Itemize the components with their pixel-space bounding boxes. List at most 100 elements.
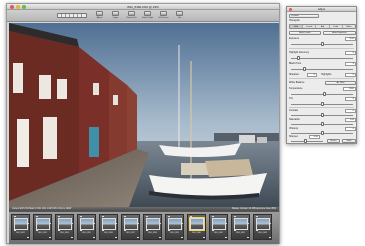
rotate-right-icon [144, 11, 151, 16]
filmstrip-frame[interactable]: IMG_5452 [11, 214, 30, 240]
exposure-slider-knob[interactable] [320, 42, 324, 46]
adjust-tabs[interactable]: Edit Levels Adj Color Meta [289, 24, 356, 29]
sprocket-hole [14, 216, 16, 217]
filmstrip-thumbnail[interactable] [146, 218, 160, 230]
sharpen-slider-knob[interactable] [304, 139, 308, 143]
filmstrip-thumbnail[interactable] [102, 218, 116, 230]
white-balance-select[interactable]: As Shot [325, 81, 356, 85]
recovery-slider[interactable] [291, 56, 353, 60]
filmstrip-thumbnail[interactable] [256, 218, 270, 230]
rotate-right-button[interactable]: Rotate Right [141, 11, 154, 21]
contrast-slider[interactable] [291, 113, 353, 117]
harbor-photo [9, 23, 279, 207]
filmstrip-thumbnail[interactable] [124, 218, 138, 230]
tab-color[interactable]: Color [330, 25, 343, 28]
filmstrip-thumbnail[interactable] [80, 218, 94, 230]
exposure-field[interactable]: 0.00 [345, 37, 356, 41]
recovery-slider-knob[interactable] [296, 56, 300, 60]
divider [289, 78, 354, 79]
sprocket-hole [159, 237, 161, 238]
tint-slider-knob[interactable] [320, 102, 324, 106]
filmstrip-thumbnail[interactable] [212, 218, 226, 230]
sprocket-hole [146, 216, 148, 217]
sprocket-hole [71, 237, 73, 238]
filmstrip-frame[interactable]: IMG_5459 [165, 214, 184, 240]
filmstrip-frame[interactable]: IMG_5461 [209, 214, 228, 240]
image-viewer[interactable] [9, 23, 279, 207]
tab-adj[interactable]: Adj [316, 25, 330, 28]
vibrancy-slider-knob[interactable] [320, 131, 324, 135]
sprocket-hole [256, 230, 258, 231]
brush-icon[interactable] [82, 14, 86, 17]
fullscreen-icon [160, 11, 167, 16]
view-mode-selector[interactable] [57, 13, 87, 18]
adjust-icon [96, 11, 103, 16]
filmstrip-thumbnail[interactable] [36, 218, 50, 230]
close-icon[interactable] [289, 8, 292, 11]
filmstrip-frame[interactable]: IMG_5453 [33, 214, 52, 240]
filmstrip-frame[interactable]: IMG_5458 [143, 214, 162, 240]
filmstrip-frame[interactable]: IMG_5454 [55, 214, 74, 240]
filmstrip-frame[interactable]: IMG_5455 [77, 214, 96, 240]
tab-meta[interactable]: Meta [343, 25, 355, 28]
sharpen-field[interactable]: 0.50 [309, 135, 320, 139]
adjust-button[interactable]: Adjust [93, 11, 106, 21]
main-window: IMG_5460.CR2 @ 23% Adjust Loupe Rotate L… [6, 3, 280, 244]
sprocket-hole [203, 237, 205, 238]
camera-info: Canon EOS 5D Mark II ISO 100 1/125 f/8.0… [12, 207, 72, 210]
sprocket-hole [58, 216, 60, 217]
exposure-slider[interactable] [291, 42, 353, 46]
black-point-slider-knob[interactable] [302, 67, 306, 71]
sprocket-hole [36, 230, 38, 231]
sprocket-hole [36, 216, 38, 217]
filmstrip-frame[interactable]: IMG_5462 [231, 214, 250, 240]
filmstrip-thumbnail[interactable] [14, 218, 28, 230]
auto-exposure-button[interactable]: Auto Exposure [323, 31, 356, 35]
highlights-field[interactable]: 0 [345, 73, 356, 77]
sprocket-hole [80, 230, 82, 231]
sharpen-slider[interactable] [291, 139, 323, 143]
info-button[interactable]: Info [173, 11, 186, 21]
save-button[interactable]: Save [342, 139, 356, 143]
filmstrip-label: IMG_5457 [126, 232, 135, 234]
rotate-left-button[interactable]: Rotate Left [125, 11, 138, 21]
filmstrip-frame[interactable]: IMG_5457 [121, 214, 140, 240]
loupe-button[interactable]: Loupe [109, 11, 122, 21]
reset-button[interactable]: Reset [327, 139, 340, 143]
sprocket-hole [225, 237, 227, 238]
recovery-field[interactable]: 0 [345, 51, 356, 55]
shadows-field[interactable]: 0 [307, 73, 317, 77]
window-title: IMG_5460.CR2 @ 23% [127, 5, 159, 9]
filmstrip-frame[interactable]: IMG_5460 [187, 214, 206, 240]
black-point-slider[interactable] [291, 67, 353, 71]
filmstrip-frame[interactable]: IMG_5463 [253, 214, 272, 240]
temperature-field[interactable]: 5200 [343, 87, 356, 91]
adjust-panel: Adjust Custom Histogram Edit Levels Adj … [286, 6, 357, 144]
tint-field[interactable]: 0 [345, 97, 356, 101]
filmstrip-thumbnail[interactable] [189, 217, 205, 231]
sprocket-hole [49, 237, 51, 238]
filmstrip-thumbnail[interactable] [234, 218, 248, 230]
vibrancy-field[interactable]: 0 [345, 127, 356, 131]
tab-edit[interactable]: Edit [290, 25, 304, 28]
black-point-field[interactable]: 3 [345, 62, 356, 66]
filmstrip-label: IMG_5460 [192, 232, 201, 234]
saturation-slider[interactable] [291, 122, 353, 126]
fullscreen-button[interactable]: Full Screen [157, 11, 170, 21]
filmstrip-thumbnail[interactable] [168, 218, 182, 230]
filmstrip-frame[interactable]: IMG_5456 [99, 214, 118, 240]
saturation-field[interactable]: 1.00 [345, 118, 356, 122]
tab-levels[interactable]: Levels [303, 25, 317, 28]
contrast-field[interactable]: 0 [345, 109, 356, 113]
filmstrip-thumbnail[interactable] [58, 218, 72, 230]
temperature-slider[interactable] [291, 92, 353, 96]
filmstrip-label: IMG_5456 [104, 232, 113, 234]
sprocket-hole [247, 237, 249, 238]
tint-slider[interactable] [291, 102, 353, 106]
filmstrip-label: IMG_5459 [170, 232, 179, 234]
sprocket-hole [190, 216, 192, 217]
filmstrip[interactable]: IMG_5452 IMG_5453 IMG_5454 IMG_5455 IMG_5456… [9, 211, 279, 244]
divider [289, 48, 354, 49]
filmstrip-label: IMG_5453 [38, 232, 47, 234]
auto-levels-button[interactable]: Auto Levels [289, 31, 321, 35]
